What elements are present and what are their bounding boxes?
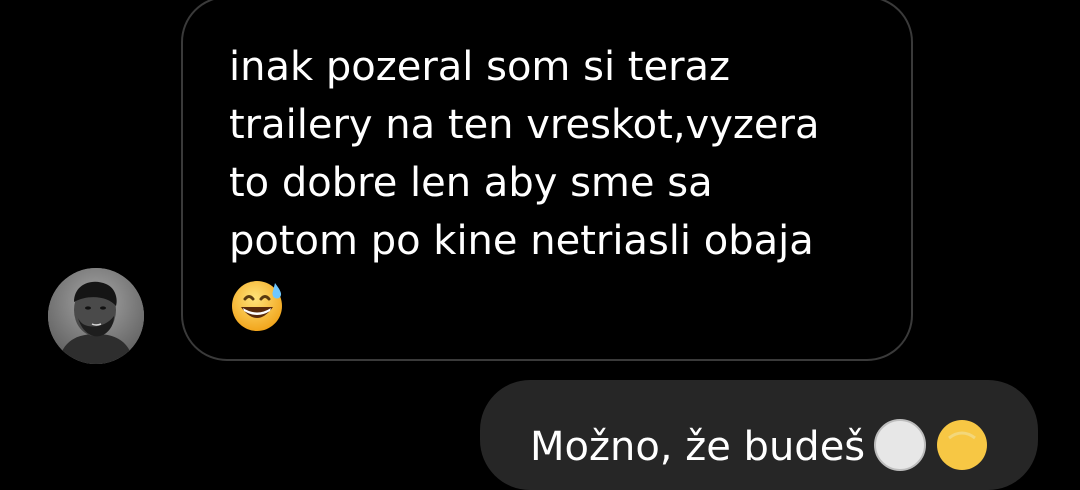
chat-thread: inak pozeral som si teraz trailery na te… (0, 0, 1080, 490)
avatar-photo (48, 268, 144, 364)
gray-face-emoji-icon (874, 419, 926, 471)
yellow-face-emoji-icon (937, 420, 987, 470)
avatar[interactable] (48, 268, 144, 364)
grinning-sweat-emoji-icon (232, 281, 282, 331)
outgoing-message-text: Možno, že budeš (530, 424, 866, 470)
incoming-message-text: inak pozeral som si teraz trailery na te… (229, 44, 820, 264)
